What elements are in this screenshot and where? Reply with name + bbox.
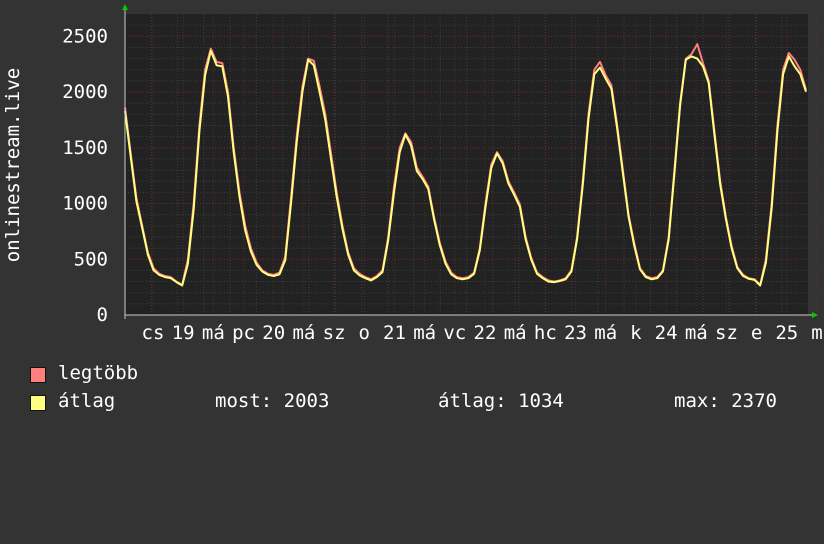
x-tick-label: cs (142, 322, 165, 344)
x-tick-label: 24 (655, 322, 678, 344)
x-tick-label: 19 (172, 322, 195, 344)
y-tick-label: 500 (74, 248, 108, 270)
x-tick-label: sz (715, 322, 738, 344)
x-tick-label: má (594, 322, 617, 344)
x-tick-label: k (630, 322, 642, 344)
x-tick-label: pc (232, 322, 255, 344)
legend-label-max: legtöbb (58, 362, 139, 384)
x-tick-label: sz (323, 322, 346, 344)
x-tick-label: e (751, 322, 762, 344)
stat-now: most: 2003 (215, 390, 330, 412)
x-tick-label: má (413, 322, 436, 344)
x-tick-label: má (292, 322, 315, 344)
x-tick-label: má (202, 322, 225, 344)
y-tick-label: 2500 (62, 25, 108, 47)
line-chart: 05001000150020002500cs 19 má pc 20 má sz o 21 má v… (2, 4, 823, 344)
graph-panel: 0 500 1000 1500 2000 2500 cs 19 má pc 20 má sz o 21 má v… (0, 0, 824, 430)
stat-maximum: max: 2370 (674, 390, 777, 412)
x-tick-label: hc (534, 322, 557, 344)
y-axis-label: onlinestream.live (2, 68, 24, 262)
x-tick-label: 21 (383, 322, 406, 344)
x-tick-label: m (811, 322, 822, 344)
y-tick-label: 2000 (62, 81, 108, 103)
y-tick-label: 1000 (62, 193, 108, 215)
x-tick-label: o (359, 322, 370, 344)
y-axis-arrow (122, 4, 128, 10)
x-tick-label: 25 (775, 322, 798, 344)
x-tick-label: 23 (564, 322, 587, 344)
legend-swatch-max (30, 367, 46, 383)
x-tick-label: má (504, 322, 527, 344)
legend-avg-row: átlag most: 2003 átlag: 1034 max: 2370 (30, 390, 777, 544)
stat-average: átlag: 1034 (438, 390, 564, 412)
x-tick-label: vc (443, 322, 466, 344)
legend-label-avg: átlag (58, 390, 116, 412)
x-tick-label: má (685, 322, 708, 344)
legend-swatch-avg (30, 395, 46, 411)
y-tick-label: 0 (97, 304, 108, 326)
x-tick-label: 22 (474, 322, 497, 344)
x-tick-label: 20 (262, 322, 285, 344)
y-tick-label: 1500 (62, 137, 108, 159)
x-axis-arrow (812, 312, 818, 318)
